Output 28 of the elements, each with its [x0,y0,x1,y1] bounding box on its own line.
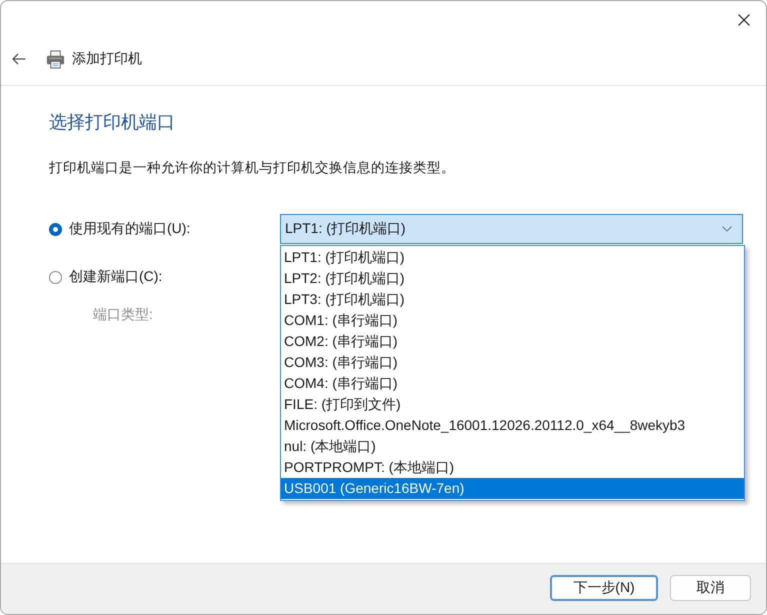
dropdown-option[interactable]: FILE: (打印到文件) [281,394,744,415]
arrow-left-icon [12,53,26,65]
dropdown-option[interactable]: LPT1: (打印机端口) [281,247,744,268]
next-button[interactable]: 下一步(N) [550,575,658,601]
radio-label[interactable]: 创建新端口(C): [69,268,162,286]
dropdown-option[interactable]: Microsoft.Office.OneNote_16001.12026.20112.0_x64__8wekyb3 [281,415,744,436]
dropdown-option[interactable]: LPT2: (打印机端口) [281,268,744,289]
description-text: 打印机端口是一种允许你的计算机与打印机交换信息的连接类型。 [49,159,455,177]
radio-button[interactable] [49,270,62,284]
dialog-title: 添加打印机 [72,50,142,68]
chevron-down-icon [722,226,732,232]
dropdown-option[interactable]: COM2: (串行端口) [281,331,744,352]
dropdown-option[interactable]: COM3: (串行端口) [281,352,744,373]
port-type-label: 端口类型: [93,306,153,324]
port-dropdown[interactable]: LPT1: (打印机端口) [280,214,743,244]
printer-icon [46,50,65,68]
dropdown-option[interactable]: nul: (本地端口) [281,436,744,457]
dropdown-option[interactable]: LPT3: (打印机端口) [281,289,744,310]
dropdown-option[interactable]: USB001 (Generic16BW-7en) [281,478,744,499]
dropdown-option[interactable]: PORTPROMPT: (本地端口) [281,457,744,478]
radio-label[interactable]: 使用现有的端口(U): [69,220,190,238]
dropdown-option[interactable]: COM1: (串行端口) [281,310,744,331]
close-icon [738,14,750,26]
back-button[interactable] [11,52,27,66]
dropdown-option[interactable]: COM4: (串行端口) [281,373,744,394]
page-heading: 选择打印机端口 [49,111,175,134]
cancel-button[interactable]: 取消 [670,575,751,601]
radio-button[interactable] [49,222,62,236]
